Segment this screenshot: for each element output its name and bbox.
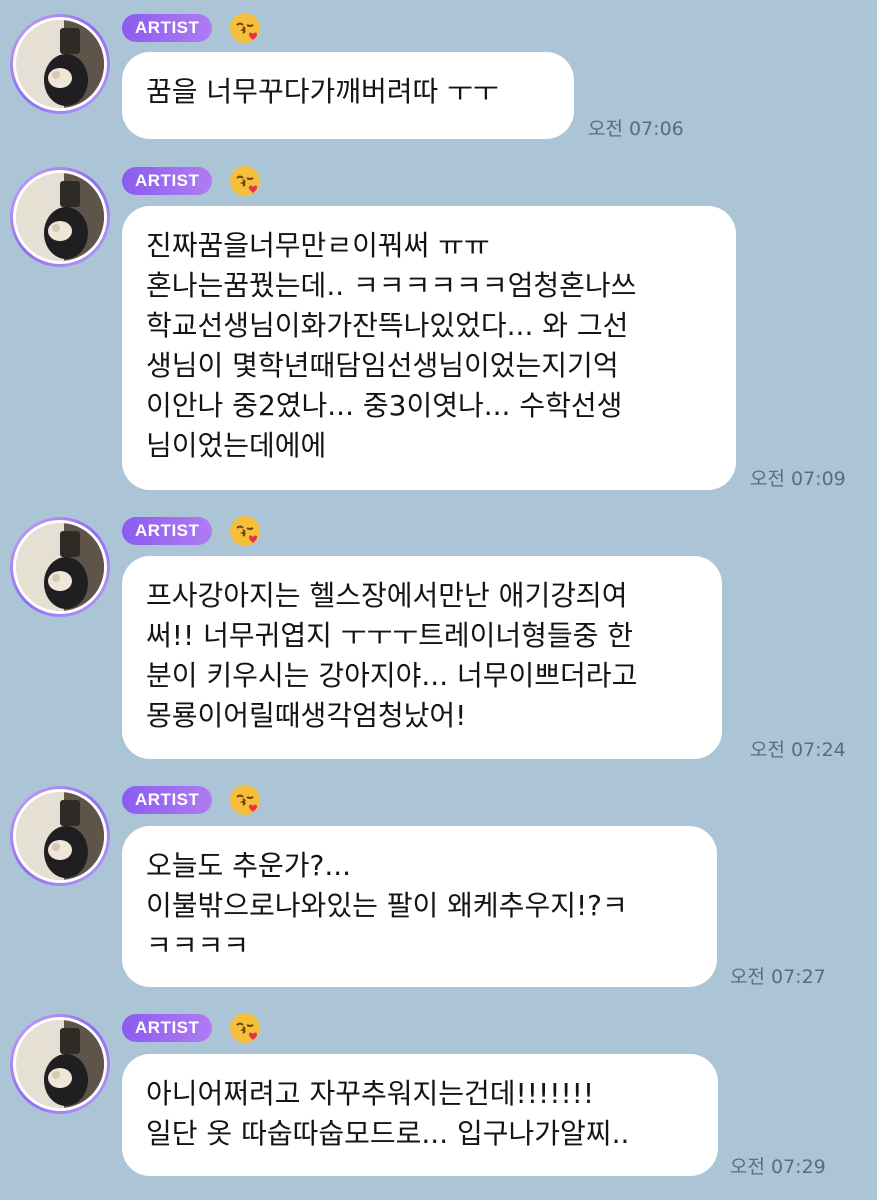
kissing-emoji-icon — [230, 516, 260, 546]
message-bubble[interactable]: 꿈을 너무꾸다가깨버려따 ㅜㅜ — [122, 52, 574, 139]
kissing-emoji-icon — [230, 1013, 260, 1043]
message-time: 오전 07:24 — [750, 739, 846, 761]
profile-photo — [16, 1020, 104, 1108]
artist-badge: ARTIST — [122, 786, 213, 814]
kissing-emoji-icon — [230, 785, 260, 815]
message-bubble[interactable]: 프사강아지는 헬스장에서만난 애기강즤여 써!! 너무귀엽지 ㅜㅜㅜ트레이너형들… — [122, 556, 722, 759]
kissing-emoji-icon — [230, 13, 260, 43]
avatar[interactable] — [10, 517, 110, 617]
profile-photo — [16, 20, 104, 108]
profile-photo — [16, 173, 104, 261]
artist-badge: ARTIST — [122, 517, 213, 545]
message-time: 오전 07:29 — [730, 1156, 826, 1178]
profile-photo — [16, 792, 104, 880]
artist-badge: ARTIST — [122, 167, 213, 195]
artist-badge: ARTIST — [122, 1014, 213, 1042]
message-time: 오전 07:09 — [750, 468, 846, 490]
avatar[interactable] — [10, 786, 110, 886]
artist-badge: ARTIST — [122, 14, 213, 42]
message-bubble[interactable]: 진짜꿈을너무만ㄹ이꿔써 ㅠㅠ 혼나는꿈꿨는데.. ㅋㅋㅋㅋㅋㅋ엄청혼나쓰 학교선… — [122, 206, 736, 490]
kissing-emoji-icon — [230, 166, 260, 196]
message-bubble[interactable]: 아니어쩌려고 자꾸추워지는건데!!!!!!! 일단 옷 따숩따숩모드로... 입… — [122, 1054, 718, 1176]
profile-photo — [16, 523, 104, 611]
message-time: 오전 07:27 — [730, 966, 826, 988]
avatar[interactable] — [10, 167, 110, 267]
message-time: 오전 07:06 — [588, 118, 684, 140]
avatar[interactable] — [10, 14, 110, 114]
message-bubble[interactable]: 오늘도 추운가?... 이불밖으로나와있는 팔이 왜케추우지!?ㅋ ㅋㅋㅋㅋ — [122, 826, 717, 987]
avatar[interactable] — [10, 1014, 110, 1114]
